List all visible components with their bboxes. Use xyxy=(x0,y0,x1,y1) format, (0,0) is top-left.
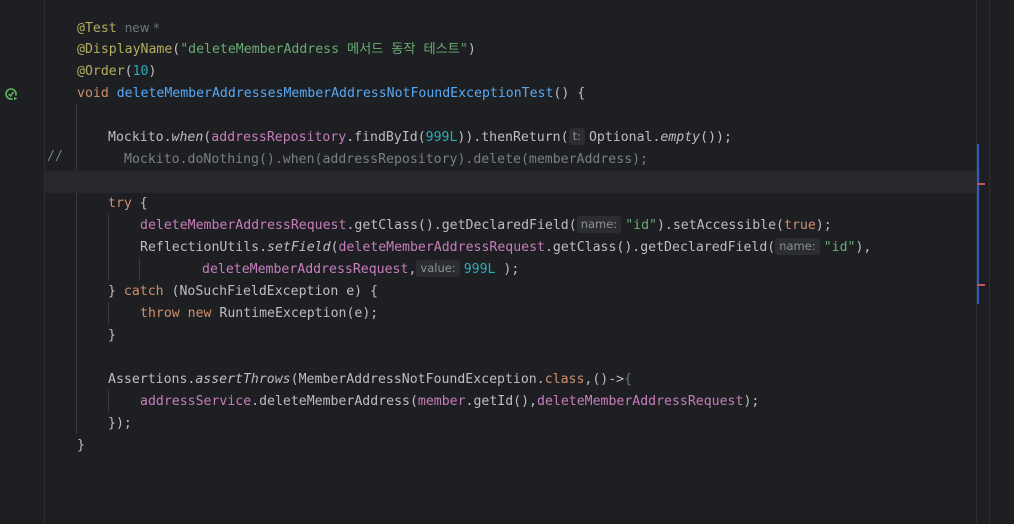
code-text: .getClass().getDeclaredField( xyxy=(544,240,776,255)
keyword: true xyxy=(784,218,816,233)
code-text: .getId(), xyxy=(465,394,537,409)
code-line[interactable]: deleteMemberAddressRequest.getClass().ge… xyxy=(45,215,980,237)
code-text: ()); xyxy=(700,130,732,145)
parameter-hint: t: xyxy=(568,128,585,145)
code-text: .getClass().getDeclaredField( xyxy=(346,218,577,233)
method-call: when xyxy=(171,130,204,145)
commented-code-line[interactable]: Mockito.doNothing().when(addressReposito… xyxy=(45,149,980,171)
annotation: @Test xyxy=(77,21,117,36)
code-text: RuntimeException(e); xyxy=(211,306,379,321)
field-ref: deleteMemberAddressRequest xyxy=(202,262,409,277)
number-literal: 999L xyxy=(425,130,458,145)
code-text: .findById( xyxy=(346,130,426,145)
code-line[interactable]: @DisplayName("deleteMemberAddress 메서드 동작… xyxy=(45,39,980,61)
divider xyxy=(989,0,990,524)
code-text: { xyxy=(624,372,633,387)
code-text: ); xyxy=(815,218,832,233)
code-line[interactable]: deleteMemberAddressRequest, value: 999L ); xyxy=(45,259,980,281)
field-ref: addressService xyxy=(140,394,252,409)
code-text: )).thenReturn( xyxy=(457,130,569,145)
editor-gutter: // xyxy=(0,0,63,524)
method-call: assertThrows xyxy=(195,372,291,387)
code-text: ); xyxy=(743,394,760,409)
code-text: }); xyxy=(108,416,132,431)
code-line[interactable]: addressService.deleteMemberAddress(membe… xyxy=(45,391,980,413)
code-line[interactable]: ReflectionUtils.setField(deleteMemberAdd… xyxy=(45,237,980,259)
run-test-icon[interactable] xyxy=(5,88,19,102)
code-text: ( xyxy=(124,64,133,79)
new-badge: new * xyxy=(124,21,160,35)
code-text: ).setAccessible( xyxy=(656,218,784,233)
error-marker[interactable] xyxy=(977,284,985,286)
code-line[interactable]: Assertions.assertThrows(MemberAddressNot… xyxy=(45,369,980,391)
keyword: void xyxy=(77,86,109,101)
code-text: ) xyxy=(148,64,157,79)
method-call: empty xyxy=(660,130,701,145)
parameter-hint: name: xyxy=(576,216,622,233)
string-literal: "id" xyxy=(625,218,657,233)
code-text: Optional. xyxy=(588,130,661,145)
code-text: ); xyxy=(495,262,520,277)
field-ref: deleteMemberAddressRequest xyxy=(338,240,545,255)
editor-scroll-markers[interactable] xyxy=(976,0,1014,524)
code-line[interactable]: @Order(10) xyxy=(45,61,980,83)
code-text: , xyxy=(408,262,417,277)
code-line[interactable]: } xyxy=(45,435,980,457)
code-text: Mockito. xyxy=(108,130,172,145)
number-literal: 10 xyxy=(132,64,149,79)
parameter-hint: name: xyxy=(775,238,820,255)
code-line[interactable]: try { xyxy=(45,193,980,215)
code-editor[interactable]: @Test new * @DisplayName("deleteMemberAdd… xyxy=(45,0,980,524)
code-text: ), xyxy=(855,240,872,255)
code-text: (NoSuchFieldException e) { xyxy=(163,284,378,299)
change-marker xyxy=(977,144,979,304)
code-line[interactable]: @Test new * xyxy=(45,17,980,39)
string-literal: "id" xyxy=(823,240,856,255)
code-text: () { xyxy=(553,86,586,101)
code-line[interactable]: throw new RuntimeException(e); xyxy=(45,303,980,325)
code-text: Assertions. xyxy=(108,372,196,387)
code-line[interactable]: void deleteMemberAddressesMemberAddressN… xyxy=(45,83,980,105)
parameter-hint: value: xyxy=(416,260,460,277)
code-text: .deleteMemberAddress( xyxy=(251,394,418,409)
code-text: } xyxy=(108,284,124,299)
code-text: ) xyxy=(467,42,476,57)
string-literal: "deleteMemberAddress 메서드 동작 테스트" xyxy=(180,42,468,57)
field-ref: deleteMemberAddressRequest xyxy=(140,218,347,233)
code-line[interactable]: } catch (NoSuchFieldException e) { xyxy=(45,281,980,303)
code-line[interactable]: } xyxy=(45,325,980,347)
field-ref: addressRepository xyxy=(211,130,347,145)
code-text: ,()-> xyxy=(584,372,625,387)
keyword: try xyxy=(108,196,132,211)
comment-text: Mockito.doNothing().when(addressReposito… xyxy=(124,152,649,167)
code-text: } xyxy=(77,438,85,453)
number-literal: 999L xyxy=(463,262,496,277)
method-name: deleteMemberAddressesMemberAddressNotFou… xyxy=(116,86,554,101)
annotation: @Order xyxy=(77,64,125,79)
keyword: new xyxy=(187,306,212,321)
annotation: @DisplayName xyxy=(77,42,173,57)
keyword: catch xyxy=(123,284,164,299)
code-line[interactable]: }); xyxy=(45,413,980,435)
current-line[interactable] xyxy=(45,171,980,193)
code-text: ( xyxy=(330,240,339,255)
field-ref: deleteMemberAddressRequest xyxy=(537,394,744,409)
code-line[interactable]: Mockito.when(addressRepository.findById(… xyxy=(45,127,980,149)
code-text: (MemberAddressNotFoundException. xyxy=(290,372,545,387)
keyword: throw xyxy=(140,306,180,321)
field-ref: member xyxy=(417,394,466,409)
method-call: setField xyxy=(267,240,331,255)
error-marker[interactable] xyxy=(977,183,985,185)
code-text: { xyxy=(131,196,148,211)
keyword: class xyxy=(544,372,585,387)
code-text: ReflectionUtils. xyxy=(140,240,268,255)
code-text: } xyxy=(108,328,116,343)
